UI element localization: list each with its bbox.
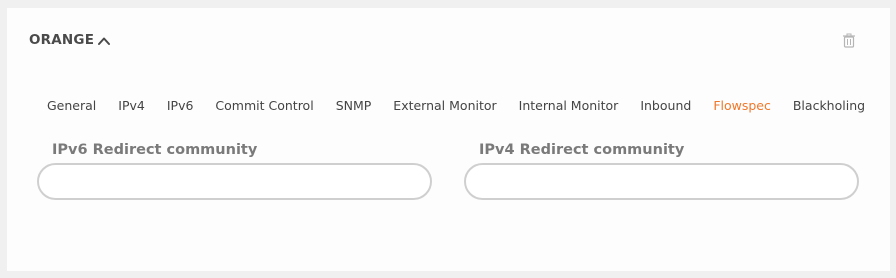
ipv4-redirect-label: IPv4 Redirect community: [479, 142, 685, 158]
settings-tabs: General IPv4 IPv6 Commit Control SNMP Ex…: [47, 98, 887, 113]
ipv4-redirect-field: IPv4 Redirect community: [464, 142, 859, 200]
chevron-up-icon: [97, 33, 111, 47]
ipv6-redirect-field: IPv6 Redirect community: [37, 142, 432, 200]
tab-inbound[interactable]: Inbound: [640, 98, 691, 113]
flowspec-panel: ORANGE General IPv4 IPv6 Commit Control …: [7, 8, 890, 271]
panel-header-toggle[interactable]: ORANGE: [29, 32, 111, 48]
tab-ipv6[interactable]: IPv6: [167, 98, 194, 113]
ipv4-redirect-input[interactable]: [464, 163, 859, 200]
tab-snmp[interactable]: SNMP: [336, 98, 372, 113]
ipv6-redirect-input[interactable]: [37, 163, 432, 200]
tab-internal-monitor[interactable]: Internal Monitor: [519, 98, 619, 113]
tab-external-monitor[interactable]: External Monitor: [393, 98, 496, 113]
ipv6-redirect-label: IPv6 Redirect community: [52, 142, 258, 158]
tab-commit-control[interactable]: Commit Control: [215, 98, 313, 113]
trash-icon[interactable]: [842, 33, 856, 48]
tab-flowspec[interactable]: Flowspec: [713, 98, 771, 113]
tab-blackholing[interactable]: Blackholing: [793, 98, 865, 113]
tab-general[interactable]: General: [47, 98, 96, 113]
tab-ipv4[interactable]: IPv4: [118, 98, 145, 113]
panel-title: ORANGE: [29, 32, 95, 48]
